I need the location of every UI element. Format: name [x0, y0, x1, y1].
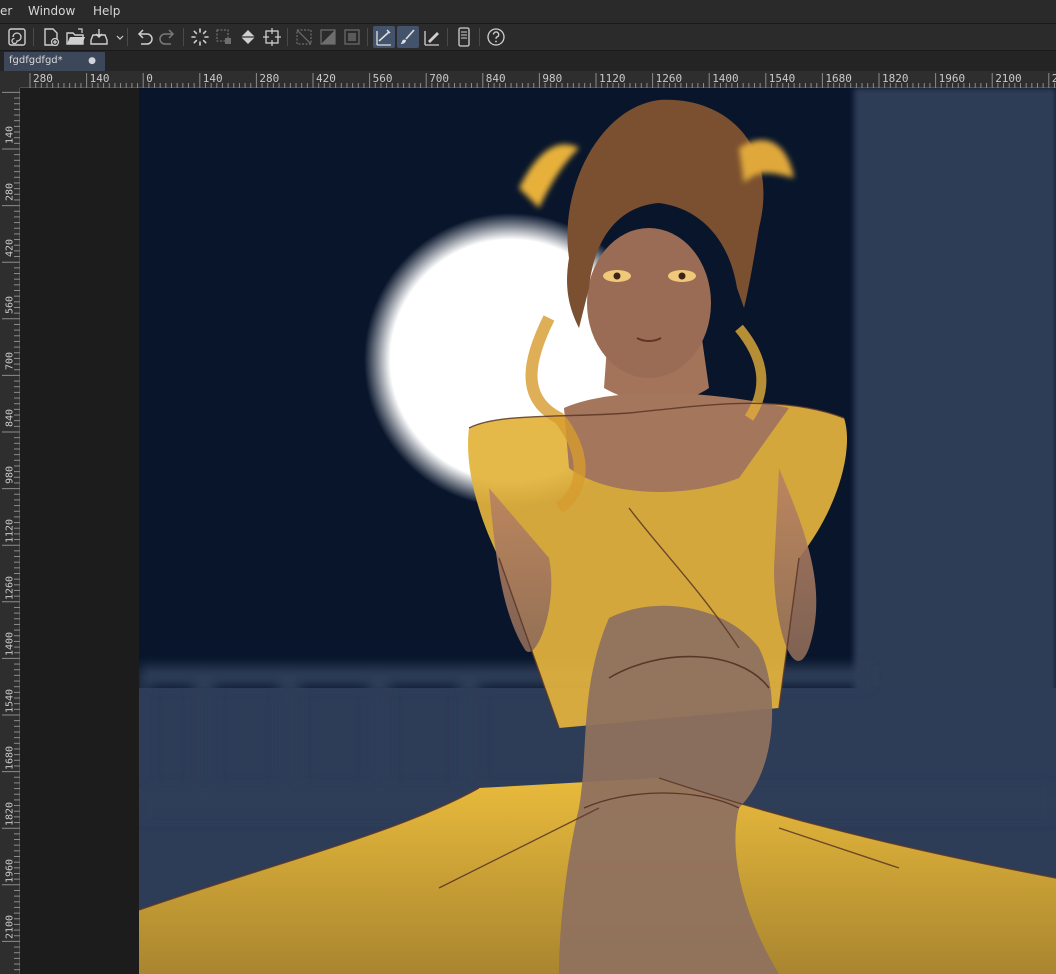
save-document-icon[interactable] — [88, 26, 110, 48]
show-selection-icon[interactable] — [341, 26, 363, 48]
ruler-tick-label: 700 — [4, 352, 16, 371]
ruler-tick-label: 1960 — [4, 858, 16, 883]
ruler-tick-label: 2100 — [4, 915, 16, 940]
eraser-ruler-icon[interactable] — [421, 26, 443, 48]
redo-icon[interactable] — [157, 26, 179, 48]
canvas-preview-icon[interactable] — [453, 26, 475, 48]
ruler-tick-label: 1260 — [4, 575, 16, 600]
dropdown-chevron-icon[interactable] — [109, 26, 124, 48]
pen-curve-icon[interactable] — [373, 26, 395, 48]
modified-dot-icon[interactable]: ● — [88, 56, 96, 66]
open-document-icon[interactable] — [64, 26, 86, 48]
menu-item-partial[interactable]: er — [0, 4, 12, 18]
ruler-tick-label: 840 — [4, 408, 16, 428]
ruler-tick-label: 1540 — [768, 72, 796, 85]
ruler-tick-label: 420 — [4, 239, 16, 258]
menu-item-window[interactable]: Window — [28, 4, 75, 18]
toolbar-separator — [447, 28, 448, 46]
horizontal-ruler[interactable]: 280 140 0 140 280 420 560 700 840 980 1120 1260 1400… — [20, 71, 1056, 88]
undo-icon[interactable] — [133, 26, 155, 48]
ruler-tick-label: 1820 — [4, 802, 16, 827]
toolbar-separator — [479, 28, 480, 46]
help-icon[interactable] — [485, 26, 507, 48]
vertical-ruler[interactable]: 140 280 420 560 700 840 980 1120 1260 1400 1540 168… — [0, 88, 20, 974]
ruler-tick-label: 2100 — [995, 72, 1022, 85]
face — [587, 228, 711, 378]
ruler-tick-label: 560 — [372, 72, 393, 85]
deselect-icon[interactable] — [293, 26, 315, 48]
ruler-tick-label: 980 — [542, 72, 563, 85]
ruler-tick-label: 700 — [429, 72, 450, 85]
toolbar-separator — [33, 28, 34, 46]
ruler-tick-label: 980 — [4, 465, 16, 484]
ruler-tick-label: 0 — [146, 72, 153, 85]
ruler-tick-label: 1680 — [4, 745, 16, 770]
toolbar-separator — [127, 28, 128, 46]
canvas-workspace[interactable] — [20, 88, 1056, 974]
document-tab-bar: fgdfgdfgd* ● — [0, 51, 1056, 71]
ruler-tick-label: 1120 — [599, 72, 626, 85]
transform-icon[interactable] — [261, 26, 283, 48]
toolbar-separator — [183, 28, 184, 46]
ruler-tick-label: 1260 — [655, 72, 683, 85]
ruler-tick-label: 1400 — [4, 632, 16, 657]
toolbar-separator — [367, 28, 368, 46]
toolbar-separator — [287, 28, 288, 46]
ruler-tick-label: 1820 — [882, 72, 909, 85]
ruler-corner — [0, 71, 20, 88]
ruler-tick-label: 280 — [259, 72, 280, 85]
ruler-tick-label: 140 — [202, 72, 223, 85]
document-tab[interactable]: fgdfgdfgd* ● — [4, 52, 105, 71]
ruler-tick-label: 1400 — [712, 72, 739, 85]
menu-item-help[interactable]: Help — [93, 4, 120, 18]
invert-selection-icon[interactable] — [317, 26, 339, 48]
ruler-tick-label: 280 — [33, 72, 53, 85]
ruler-tick-label: 560 — [4, 295, 16, 314]
document-tab-title: fgdfgdfgd* — [9, 55, 63, 66]
ruler-tick-label: 1680 — [825, 72, 852, 85]
ruler-tick-label: 280 — [4, 182, 16, 201]
spiral-brush-preset-icon[interactable] — [6, 26, 28, 48]
select-layer-icon[interactable] — [213, 26, 235, 48]
painting-canvas[interactable] — [139, 88, 1056, 974]
toolbar — [0, 24, 1056, 51]
ruler-tick-label: 420 — [316, 72, 336, 85]
fill-bucket-icon[interactable] — [237, 26, 259, 48]
menu-bar: er Window Help — [0, 0, 1056, 24]
loading-spinner-icon[interactable] — [189, 26, 211, 48]
new-document-icon[interactable] — [40, 26, 62, 48]
ruler-tick-label: 1540 — [4, 688, 16, 714]
ruler-tick-label: 2240 — [1051, 72, 1056, 85]
ruler-tick-label: 140 — [89, 72, 110, 85]
ruler-tick-label: 1120 — [4, 519, 16, 544]
ruler-tick-label: 840 — [485, 72, 506, 85]
ruler-tick-label: 140 — [4, 125, 16, 145]
ruler-tick-label: 1960 — [938, 72, 966, 85]
brush-stroke-icon[interactable] — [397, 26, 419, 48]
